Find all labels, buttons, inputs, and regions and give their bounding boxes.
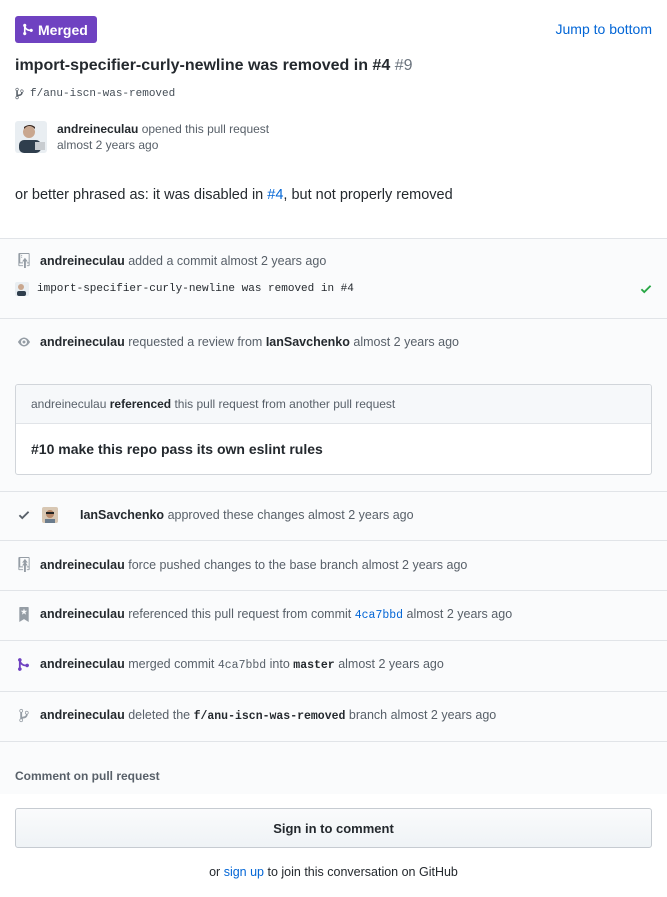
head-branch-name[interactable]: f/anu-iscn-was-removed — [30, 88, 175, 100]
timeline-divider — [0, 640, 667, 641]
jump-to-bottom-link[interactable]: Jump to bottom — [556, 21, 653, 37]
opener-time[interactable]: almost 2 years ago — [57, 137, 269, 153]
timeline-divider — [0, 741, 667, 742]
event-time[interactable]: almost 2 years ago — [308, 508, 414, 522]
commit-event: andreineculau added a commit almost 2 ye… — [15, 253, 326, 268]
approval-event: IanSavchenko approved these changes almo… — [15, 507, 414, 523]
timeline-divider — [0, 318, 667, 319]
issue-link[interactable]: #4 — [267, 187, 283, 203]
footer-text: or — [209, 865, 221, 879]
pr-number: #9 — [394, 57, 413, 74]
git-branch-icon — [15, 708, 32, 723]
base-branch-name: master — [293, 659, 335, 672]
event-text: deleted the — [128, 708, 191, 722]
review-request-event: andreineculau requested a review from Ia… — [15, 335, 459, 349]
avatar[interactable] — [15, 282, 29, 296]
referenced-pr-link[interactable]: #10 make this repo pass its own eslint r… — [16, 424, 651, 474]
git-branch-icon — [15, 87, 24, 100]
check-icon[interactable] — [640, 282, 652, 296]
event-text: merged commit — [128, 657, 215, 671]
git-merge-icon — [23, 23, 33, 36]
branch-delete-event: andreineculau deleted the f/anu-iscn-was… — [15, 708, 496, 723]
event-text: approved these changes — [167, 508, 305, 522]
cross-reference-box: andreineculau referenced this pull reque… — [15, 384, 652, 475]
event-time[interactable]: almost 2 years ago — [391, 708, 497, 722]
opener-action: opened this pull request — [141, 122, 270, 136]
event-text: force pushed changes to the base branch — [128, 557, 359, 572]
pr-opener: andreineculau opened this pull request a… — [15, 121, 269, 153]
repo-force-push-icon — [15, 557, 32, 572]
event-text: requested a review from — [128, 335, 263, 349]
check-icon — [15, 508, 32, 522]
repo-push-icon — [15, 253, 32, 268]
sign-in-to-comment-button[interactable]: Sign in to comment — [15, 808, 652, 848]
opener-username[interactable]: andreineculau — [57, 122, 138, 136]
event-text: this pull request from another pull requ… — [174, 397, 396, 411]
sign-up-link[interactable]: sign up — [224, 865, 264, 879]
cross-reference-header: andreineculau referenced this pull reque… — [16, 385, 651, 424]
git-merge-icon — [15, 657, 32, 672]
event-username[interactable]: andreineculau — [40, 607, 125, 621]
comment-heading: Comment on pull request — [15, 769, 160, 783]
commit-row: import-specifier-curly-newline was remov… — [15, 282, 652, 296]
merged-label: Merged — [38, 21, 88, 38]
event-username[interactable]: andreineculau — [40, 657, 125, 671]
event-time[interactable]: almost 2 years ago — [338, 657, 444, 671]
event-username[interactable]: andreineculau — [40, 708, 125, 722]
pr-title: import-specifier-curly-newline was remov… — [15, 57, 412, 75]
bookmark-icon — [15, 607, 32, 622]
branch-label: branch — [348, 708, 388, 722]
reviewer-username[interactable]: IanSavchenko — [266, 335, 350, 349]
description-text: or better phrased as: it was disabled in — [15, 187, 268, 203]
pr-description: or better phrased as: it was disabled in… — [15, 187, 453, 203]
event-username[interactable]: andreineculau — [31, 397, 106, 411]
head-branch: f/anu-iscn-was-removed — [15, 87, 175, 100]
event-text: referenced this pull request from commit — [128, 607, 352, 621]
timeline-divider — [0, 691, 667, 692]
event-text: added a commit — [128, 253, 218, 268]
avatar[interactable] — [42, 507, 58, 523]
merged-status-badge: Merged — [15, 16, 97, 43]
footer-text-end: to join this conversation on GitHub — [267, 865, 458, 879]
event-time[interactable]: almost 2 years ago — [362, 558, 468, 572]
pr-title-text: import-specifier-curly-newline was remov… — [15, 57, 391, 74]
avatar[interactable] — [15, 121, 47, 153]
commit-message-link[interactable]: import-specifier-curly-newline was remov… — [37, 283, 354, 295]
force-push-event: andreineculau force pushed changes to th… — [15, 557, 467, 572]
event-time[interactable]: almost 2 years ago — [221, 254, 327, 268]
eye-icon — [15, 336, 32, 348]
timeline-divider — [0, 590, 667, 591]
event-username[interactable]: andreineculau — [40, 558, 125, 572]
merge-commit-sha[interactable]: 4ca7bbd — [218, 659, 266, 672]
sign-up-prompt: or sign up to join this conversation on … — [0, 865, 667, 879]
event-time[interactable]: almost 2 years ago — [407, 607, 513, 621]
commit-sha-link[interactable]: 4ca7bbd — [355, 609, 403, 622]
event-username[interactable]: IanSavchenko — [80, 508, 164, 522]
commit-reference-event: andreineculau referenced this pull reque… — [15, 607, 512, 622]
referenced-label: referenced — [109, 397, 172, 411]
event-username[interactable]: andreineculau — [40, 335, 125, 349]
into-label: into — [269, 657, 290, 671]
timeline-divider — [0, 540, 667, 541]
event-time[interactable]: almost 2 years ago — [353, 335, 459, 349]
description-text-end: , but not properly removed — [283, 187, 453, 203]
merge-event: andreineculau merged commit 4ca7bbd into… — [15, 657, 444, 672]
event-username[interactable]: andreineculau — [40, 254, 125, 268]
deleted-branch-name: f/anu-iscn-was-removed — [193, 710, 346, 723]
timeline-divider — [0, 491, 667, 492]
